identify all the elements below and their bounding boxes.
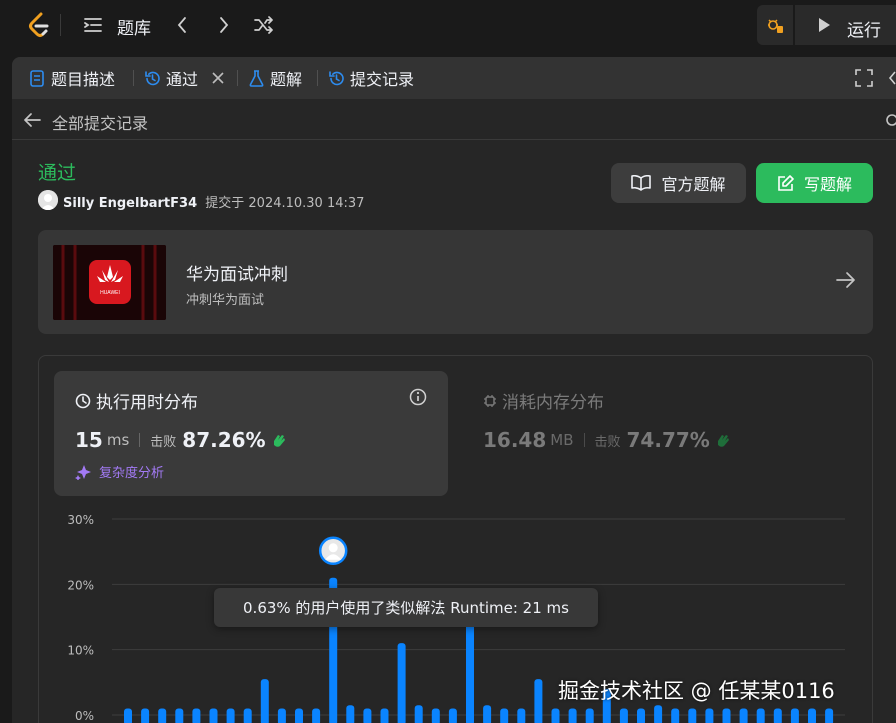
chart-bar[interactable] [619, 708, 628, 723]
chart-bar[interactable] [363, 708, 372, 723]
chart-tooltip: 0.63% 的用户使用了类似解法 Runtime: 21 ms [214, 588, 598, 627]
chart-bar[interactable] [773, 708, 782, 723]
chart-bar[interactable] [448, 708, 457, 723]
chart-bar[interactable] [397, 643, 406, 723]
chart-bar[interactable] [312, 708, 321, 723]
chart-bar[interactable] [141, 708, 150, 723]
chart-bar[interactable] [739, 708, 748, 723]
chart-bar[interactable] [175, 708, 184, 723]
chart-bar[interactable] [414, 705, 423, 723]
your-submission-avatar[interactable] [318, 536, 348, 566]
chart-bar[interactable] [825, 708, 834, 723]
chart-bar[interactable] [585, 708, 594, 723]
chart-bar[interactable] [637, 708, 645, 723]
chart-bar[interactable] [483, 705, 492, 723]
chart-bar[interactable] [534, 679, 543, 723]
chart-bar[interactable] [705, 708, 714, 723]
chart-bar[interactable] [158, 708, 167, 723]
y-tick-label: 30% [67, 513, 94, 527]
chart-bar[interactable] [722, 708, 731, 723]
chart-bar[interactable] [295, 708, 303, 723]
chart-bar[interactable] [500, 708, 509, 723]
chart-bar[interactable] [277, 708, 286, 723]
chart-bar[interactable] [431, 708, 440, 723]
chart-bar[interactable] [260, 679, 269, 723]
chart-bar[interactable] [517, 708, 526, 723]
chart-bar[interactable] [380, 708, 389, 723]
chart-bar[interactable] [654, 705, 663, 723]
y-tick-label: 0% [75, 709, 94, 723]
chart-bar[interactable] [568, 708, 577, 723]
chart-bar[interactable] [551, 708, 560, 723]
chart-bar[interactable] [756, 708, 765, 723]
chart-bar[interactable] [243, 708, 252, 723]
chart-bar[interactable] [226, 708, 235, 723]
watermark: 掘金技术社区 @ 任某某0116 [558, 679, 835, 703]
chart-bar[interactable] [192, 708, 201, 723]
chart-bar[interactable] [688, 708, 697, 723]
chart-bar[interactable] [790, 708, 799, 723]
chart-bar[interactable] [124, 708, 132, 723]
chart-bar[interactable] [209, 708, 218, 723]
chart-bar[interactable] [808, 708, 816, 723]
chart-bar[interactable] [346, 705, 355, 723]
y-tick-label: 20% [67, 578, 94, 592]
chart-bar[interactable] [671, 708, 680, 723]
y-tick-label: 10% [67, 644, 94, 658]
